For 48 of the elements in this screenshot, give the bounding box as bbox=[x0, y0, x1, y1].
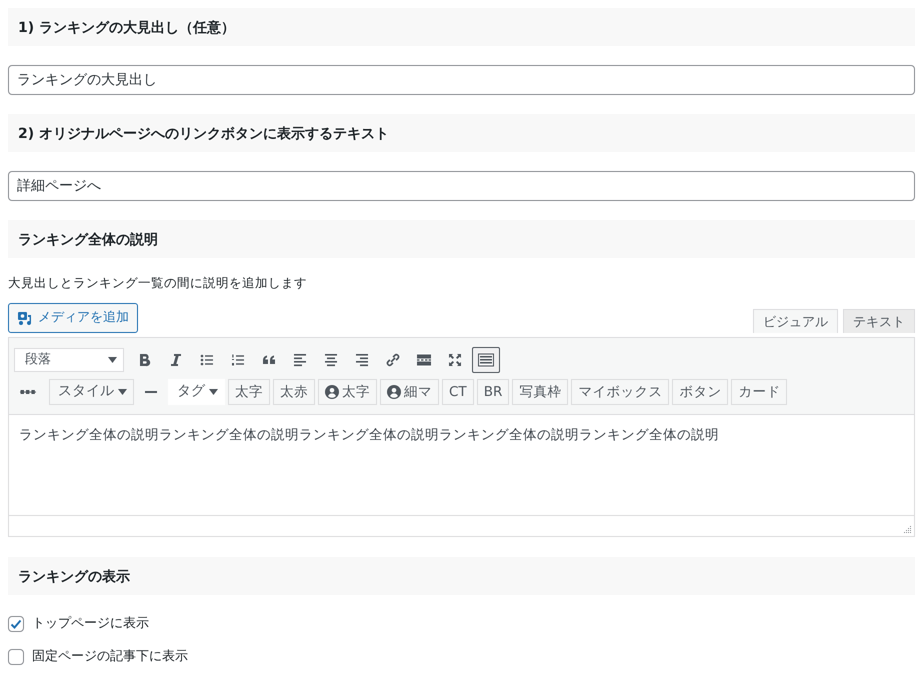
italic-icon bbox=[168, 352, 184, 368]
section-heading: ランキングの表示 bbox=[8, 556, 915, 595]
fullscreen-icon bbox=[447, 352, 463, 368]
toolbar-button[interactable] bbox=[472, 346, 500, 373]
link-icon bbox=[385, 352, 401, 368]
toolbar-button[interactable]: 太字 bbox=[318, 378, 377, 405]
description-text: 大見出しとランキング一覧の間に説明を追加します bbox=[8, 274, 308, 292]
editor-content[interactable]: ランキング全体の説明ランキング全体の説明ランキング全体の説明ランキング全体の説明ランキング全体の説明 bbox=[9, 414, 914, 515]
editor-tab[interactable]: ビジュアル bbox=[753, 308, 838, 333]
toolbar-button[interactable]: マイボックス bbox=[571, 378, 670, 405]
add-media-button[interactable]: メディアを追加 bbox=[8, 302, 138, 333]
text-field[interactable]: ランキングの大見出し bbox=[8, 65, 915, 95]
toolbar-button[interactable]: BR bbox=[476, 378, 510, 405]
caret-icon bbox=[209, 388, 218, 395]
format-select[interactable]: 段落 bbox=[14, 348, 124, 372]
text-field[interactable]: 詳細ページへ bbox=[8, 171, 915, 201]
dropdown-button[interactable]: タグ bbox=[168, 378, 225, 405]
caret-icon bbox=[108, 356, 117, 363]
toolbar-button[interactable]: 太字 bbox=[228, 378, 270, 405]
numbered-list-icon bbox=[230, 352, 246, 368]
toolbar-button[interactable]: ボタン bbox=[672, 378, 728, 405]
align-right-icon bbox=[354, 352, 370, 368]
toolbar-button[interactable]: 写真枠 bbox=[512, 378, 568, 405]
toolbar-button[interactable]: 太赤 bbox=[273, 378, 315, 405]
dropdown-button[interactable]: スタイル bbox=[49, 378, 134, 405]
keyboard-icon bbox=[478, 352, 494, 368]
toolbar-button[interactable]: CT bbox=[442, 378, 474, 405]
section-heading: ランキング全体の説明 bbox=[8, 220, 915, 258]
media-icon bbox=[17, 310, 33, 326]
checkbox-label: トップページに表示 bbox=[32, 614, 149, 633]
caret-icon bbox=[118, 388, 127, 395]
strikethrough-icon bbox=[20, 390, 36, 394]
checkbox-label: 固定ページの記事下に表示 bbox=[32, 648, 188, 666]
toolbar-button[interactable]: 細マ bbox=[380, 378, 439, 405]
bold-icon bbox=[137, 352, 153, 368]
section-heading: 1) ランキングの大見出し（任意） bbox=[8, 8, 915, 46]
checkbox[interactable] bbox=[8, 616, 24, 632]
horizontal-line-icon bbox=[145, 390, 157, 393]
toolbar-button[interactable]: カード bbox=[731, 378, 788, 405]
checkbox[interactable] bbox=[8, 649, 24, 665]
section-heading: 2) オリジナルページへのリンクボタンに表示するテキスト bbox=[8, 114, 915, 152]
user-icon bbox=[387, 384, 401, 399]
read-more-icon bbox=[416, 352, 432, 368]
align-center-icon bbox=[323, 352, 339, 368]
align-left-icon bbox=[292, 352, 308, 368]
user-icon bbox=[325, 384, 339, 399]
bullet-list-icon bbox=[199, 352, 215, 368]
editor-tab[interactable]: テキスト bbox=[843, 308, 915, 333]
